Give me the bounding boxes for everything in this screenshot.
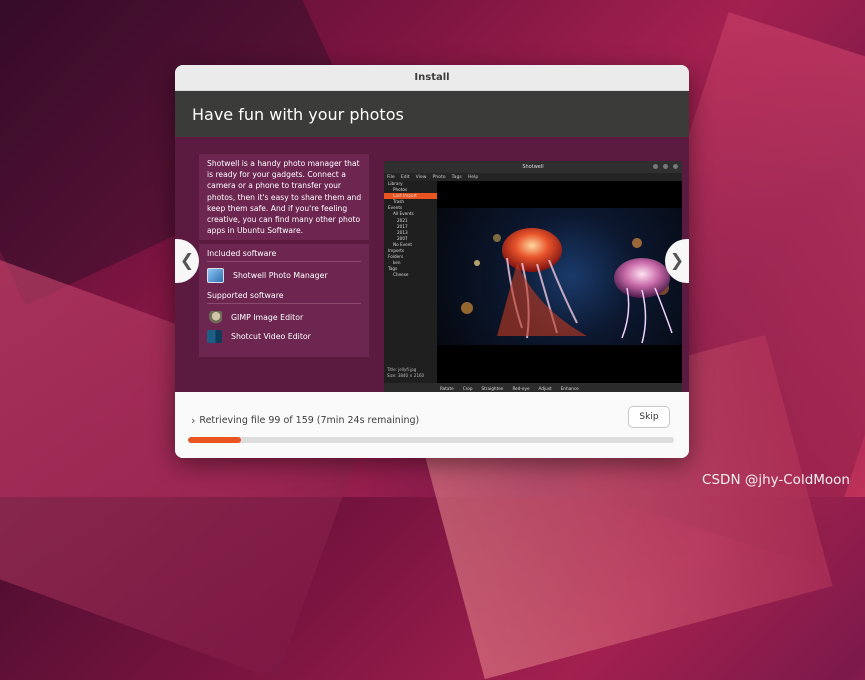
window-controls [653,164,678,169]
progress-bar [188,437,674,443]
software-label: Shotwell Photo Manager [233,271,328,280]
jellyfish-illustration [461,228,673,344]
gimp-icon [207,311,222,324]
software-panel: Included software Shotwell Photo Manager… [199,244,369,357]
viewer-background [437,345,682,383]
supported-software-heading: Supported software [207,285,361,304]
toolbar-item: Red-eye [512,385,530,391]
software-item-shotcut: Shotcut Video Editor [207,327,361,346]
shotcut-icon [207,330,222,343]
sidebar-item: Cheese [393,272,409,278]
screenshot-app-title: Shotwell [522,164,544,170]
slide-description: Shotwell is a handy photo manager that i… [199,154,369,240]
window-title[interactable]: Install [175,65,689,91]
viewer-background [437,181,682,208]
installer-window: Install Have fun with your photos Shotwe… [175,65,689,458]
software-label: Shotcut Video Editor [231,332,311,341]
shotwell-icon [207,268,224,283]
chevron-right-icon: ❯ [669,251,685,271]
previous-slide-button[interactable]: ❮ [175,239,199,283]
slide-heading: Have fun with your photos [175,91,689,137]
skip-button[interactable]: Skip [628,406,670,428]
watermark: CSDN @jhy-ColdMoon [702,472,850,488]
progress-area: › Retrieving file 99 of 159 (7min 24s re… [175,392,689,458]
included-software-heading: Included software [207,248,361,262]
toolbar-item: Straighten [481,385,504,391]
screenshot-menubar: File Edit View Photo Tags Help [384,173,682,181]
chevron-left-icon: ❮ [179,251,195,271]
menu-item: File [387,174,395,180]
status-text: Retrieving file 99 of 159 (7min 24s rema… [199,415,420,426]
screenshot-sidebar: Library Photos Last Import Trash Events … [384,181,437,383]
toolbar-item: Adjust [538,385,552,391]
software-item-gimp: GIMP Image Editor [207,308,361,327]
status-expander[interactable]: › Retrieving file 99 of 159 (7min 24s re… [191,414,419,427]
toolbar-item: Crop [462,385,473,391]
toolbar-item: Rotate [440,385,454,391]
jellyfish-photo [437,208,682,345]
photo-size: Size: 3840 × 2160 [387,373,425,378]
software-label: GIMP Image Editor [231,313,304,322]
menu-item: Edit [400,174,410,180]
progress-fill [188,437,241,443]
toolbar-item: Enhance [560,385,579,391]
menu-item: Help [467,174,479,180]
software-item-shotwell: Shotwell Photo Manager [207,266,361,285]
slideshow: Shotwell is a handy photo manager that i… [175,137,689,393]
photo-metadata: Title: jellyfi.jpg Size: 3840 × 2160 [387,367,424,379]
chevron-right-icon: › [191,414,196,427]
menu-item: Tags [451,174,462,180]
menu-item: View [415,174,427,180]
shotwell-screenshot: Shotwell File Edit View Photo Tags Help … [384,161,682,393]
screenshot-titlebar: Shotwell [384,161,682,173]
menu-item: Photo [432,174,446,180]
